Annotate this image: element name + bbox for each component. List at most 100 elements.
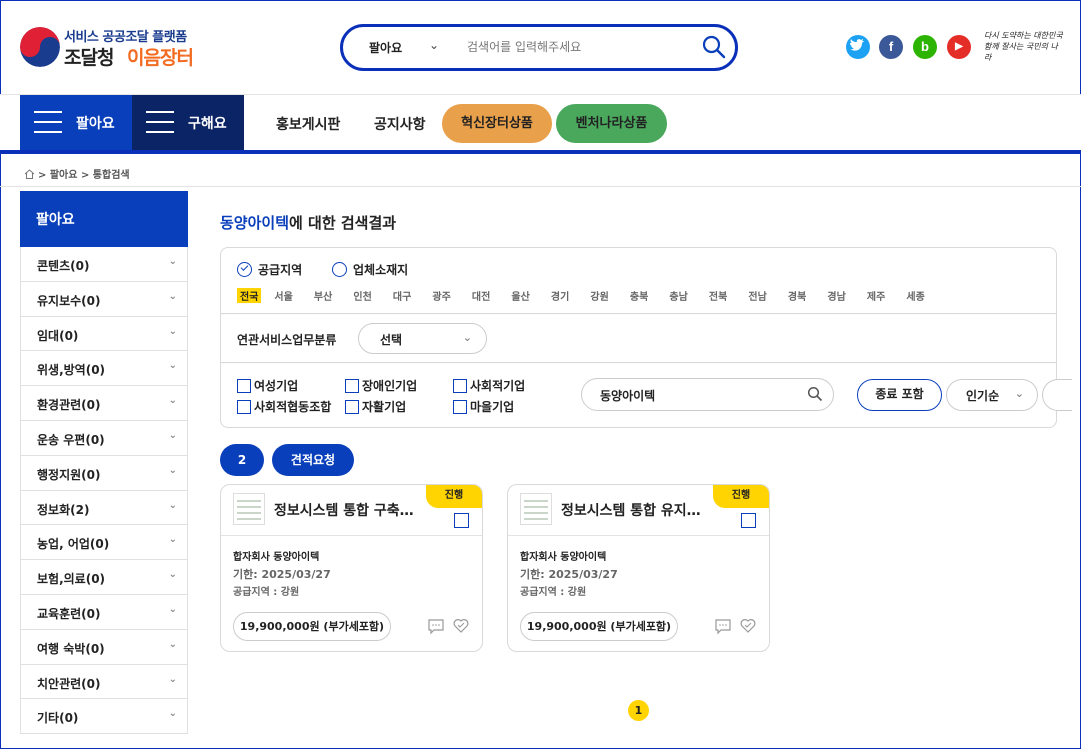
region-chip[interactable]: 인천 bbox=[353, 288, 393, 303]
chevron-down-icon: ⌄ bbox=[168, 708, 177, 720]
checkbox-icon bbox=[237, 400, 251, 414]
region-chip[interactable]: 충북 bbox=[630, 288, 670, 303]
sidebar-category-label: 행정지원(0) bbox=[37, 467, 101, 482]
sidebar-category-item[interactable]: 콘텐츠(0) ⌄ bbox=[21, 247, 187, 282]
radio-supply-label: 공급지역 bbox=[258, 263, 303, 277]
region-chip[interactable]: 제주 bbox=[867, 288, 907, 303]
nav-venture-products[interactable]: 벤처나라상품 bbox=[556, 104, 667, 143]
sidebar-category-item[interactable]: 여행 숙박(0) ⌄ bbox=[21, 630, 187, 665]
result-count-badge[interactable]: 2 bbox=[220, 444, 264, 476]
card-select-checkbox[interactable] bbox=[741, 513, 756, 528]
checkbox-icon bbox=[345, 379, 359, 393]
sidebar-category-label: 운송 우편(0) bbox=[37, 432, 105, 447]
region-chip[interactable]: 서울 bbox=[274, 288, 314, 303]
checkbox-self-sufficiency[interactable]: 자활기업 bbox=[345, 398, 406, 415]
site-logo[interactable]: 서비스 공공조달 플랫폼 조달청 이음장터 bbox=[20, 25, 220, 73]
sidebar-category-item[interactable]: 위생,방역(0) ⌄ bbox=[21, 351, 187, 387]
search-icon[interactable] bbox=[701, 34, 727, 60]
region-chip[interactable]: 세종 bbox=[906, 288, 946, 303]
company-name: 합자회사 동양아이텍 bbox=[233, 552, 320, 563]
region-chip[interactable]: 전국 bbox=[237, 288, 262, 303]
product-card[interactable]: 정보시스템 통합 구축사업 진행 합자회사 동양아이텍 기한: 2025/03/… bbox=[220, 484, 483, 652]
secondary-select[interactable] bbox=[1042, 379, 1072, 411]
include-ended-button[interactable]: 종료 포함 bbox=[857, 379, 942, 411]
hamburger-menu-icon bbox=[34, 111, 62, 133]
sidebar-category-item[interactable]: 유지보수(0) ⌄ bbox=[21, 282, 187, 317]
product-card[interactable]: 정보시스템 통합 유지보수 진행 합자회사 동양아이텍 기한: 2025/03/… bbox=[507, 484, 770, 652]
price-tag: 19,900,000원 (부가세포함) bbox=[520, 612, 678, 641]
sidebar-category-item[interactable]: 보험,의료(0) ⌄ bbox=[21, 560, 187, 595]
region-chip[interactable]: 광주 bbox=[432, 288, 472, 303]
checkbox-women-company[interactable]: 여성기업 bbox=[237, 377, 298, 394]
checkbox-social-coop[interactable]: 사회적협동조합 bbox=[237, 398, 331, 415]
brand-name-market: 이음장터 bbox=[127, 47, 194, 69]
pagination-page-current[interactable]: 1 bbox=[628, 700, 649, 721]
region-chip[interactable]: 경북 bbox=[788, 288, 828, 303]
region-chip[interactable]: 전북 bbox=[709, 288, 749, 303]
region-chip[interactable]: 대구 bbox=[393, 288, 433, 303]
breadcrumb-path[interactable]: > 팔아요 > 통합검색 bbox=[38, 170, 130, 181]
nav-sell-label: 팔아요 bbox=[76, 116, 115, 132]
quote-request-button[interactable]: 견적요청 bbox=[272, 444, 354, 476]
checkbox-social-enterprise[interactable]: 사회적기업 bbox=[453, 377, 525, 394]
home-icon[interactable] bbox=[24, 169, 35, 179]
twitter-icon[interactable] bbox=[846, 35, 870, 59]
checkbox-village-company[interactable]: 마을기업 bbox=[453, 398, 514, 415]
keyword-value: 동양아이텍 bbox=[600, 389, 656, 403]
checkbox-disabled-company[interactable]: 장애인기업 bbox=[345, 377, 417, 394]
region-chip[interactable]: 충남 bbox=[669, 288, 709, 303]
category-select[interactable]: 선택 ⌄ bbox=[358, 323, 487, 354]
region-chip[interactable]: 전남 bbox=[748, 288, 788, 303]
product-title[interactable]: 정보시스템 통합 구축사업 bbox=[274, 500, 424, 520]
checkbox-icon bbox=[237, 379, 251, 393]
facebook-icon[interactable]: f bbox=[879, 35, 903, 59]
heart-icon[interactable] bbox=[739, 617, 757, 635]
sidebar-category-item[interactable]: 정보화(2) ⌄ bbox=[21, 491, 187, 526]
search-input[interactable] bbox=[467, 36, 687, 58]
chevron-down-icon: ⌄ bbox=[462, 331, 472, 344]
search-category-select[interactable]: 팔아요 bbox=[369, 39, 402, 56]
region-chip[interactable]: 울산 bbox=[511, 288, 551, 303]
nav-sell-menu[interactable]: 팔아요 bbox=[20, 95, 132, 151]
chevron-down-icon[interactable]: ⌄ bbox=[429, 38, 439, 52]
region-chip[interactable]: 경남 bbox=[827, 288, 867, 303]
chevron-down-icon: ⌄ bbox=[168, 603, 177, 615]
sidebar-category-item[interactable]: 운송 우편(0) ⌄ bbox=[21, 421, 187, 456]
sidebar-category-label: 정보화(2) bbox=[37, 502, 90, 517]
nav-notice[interactable]: 공지사항 bbox=[374, 114, 426, 134]
nav-promo-board[interactable]: 홍보게시판 bbox=[276, 114, 340, 134]
heart-icon[interactable] bbox=[452, 617, 470, 635]
radio-supply-region[interactable]: 공급지역 bbox=[237, 261, 302, 278]
search-icon[interactable] bbox=[807, 386, 823, 402]
chat-icon[interactable] bbox=[714, 617, 732, 635]
sidebar-category-item[interactable]: 행정지원(0) ⌄ bbox=[21, 456, 187, 491]
radio-company-location[interactable]: 업체소재지 bbox=[332, 261, 408, 278]
category-filter-label: 연관서비스업무분류 bbox=[237, 333, 337, 347]
region-chip[interactable]: 강원 bbox=[590, 288, 630, 303]
checkbox-icon bbox=[453, 400, 467, 414]
sidebar-category-item[interactable]: 농업, 어업(0) ⌄ bbox=[21, 525, 187, 561]
nav-buy-menu[interactable]: 구해요 bbox=[132, 95, 244, 151]
main-nav: 팔아요 구해요 홍보게시판 공지사항 혁신장터상품 벤처나라상품 bbox=[0, 94, 1081, 151]
region-chip[interactable]: 부산 bbox=[314, 288, 354, 303]
region-chip[interactable]: 경기 bbox=[551, 288, 591, 303]
product-title[interactable]: 정보시스템 통합 유지보수 bbox=[561, 500, 711, 520]
nav-innovation-products[interactable]: 혁신장터상품 bbox=[442, 104, 552, 143]
chat-icon[interactable] bbox=[427, 617, 445, 635]
chevron-down-icon: ⌄ bbox=[1014, 387, 1024, 400]
keyword-search-field[interactable]: 동양아이텍 bbox=[581, 378, 834, 411]
card-select-checkbox[interactable] bbox=[454, 513, 469, 528]
sidebar-category-item[interactable]: 교육훈련(0) ⌄ bbox=[21, 595, 187, 630]
sidebar-category-item[interactable]: 기타(0) ⌄ bbox=[21, 699, 187, 735]
sidebar-category-item[interactable]: 임대(0) ⌄ bbox=[21, 317, 187, 352]
sidebar-category-item[interactable]: 치안관련(0) ⌄ bbox=[21, 665, 187, 700]
checkbox-icon bbox=[453, 379, 467, 393]
sidebar-category-label: 교육훈련(0) bbox=[37, 606, 101, 621]
sort-select[interactable]: 인기순 ⌄ bbox=[946, 379, 1038, 411]
sidebar-category-item[interactable]: 환경관련(0) ⌄ bbox=[21, 386, 187, 421]
naver-blog-icon[interactable]: b bbox=[913, 35, 937, 59]
region-chip[interactable]: 대전 bbox=[472, 288, 512, 303]
youtube-icon[interactable]: ▶ bbox=[947, 35, 971, 59]
sidebar-category-label: 임대(0) bbox=[37, 328, 79, 343]
checkbox-icon bbox=[345, 400, 359, 414]
